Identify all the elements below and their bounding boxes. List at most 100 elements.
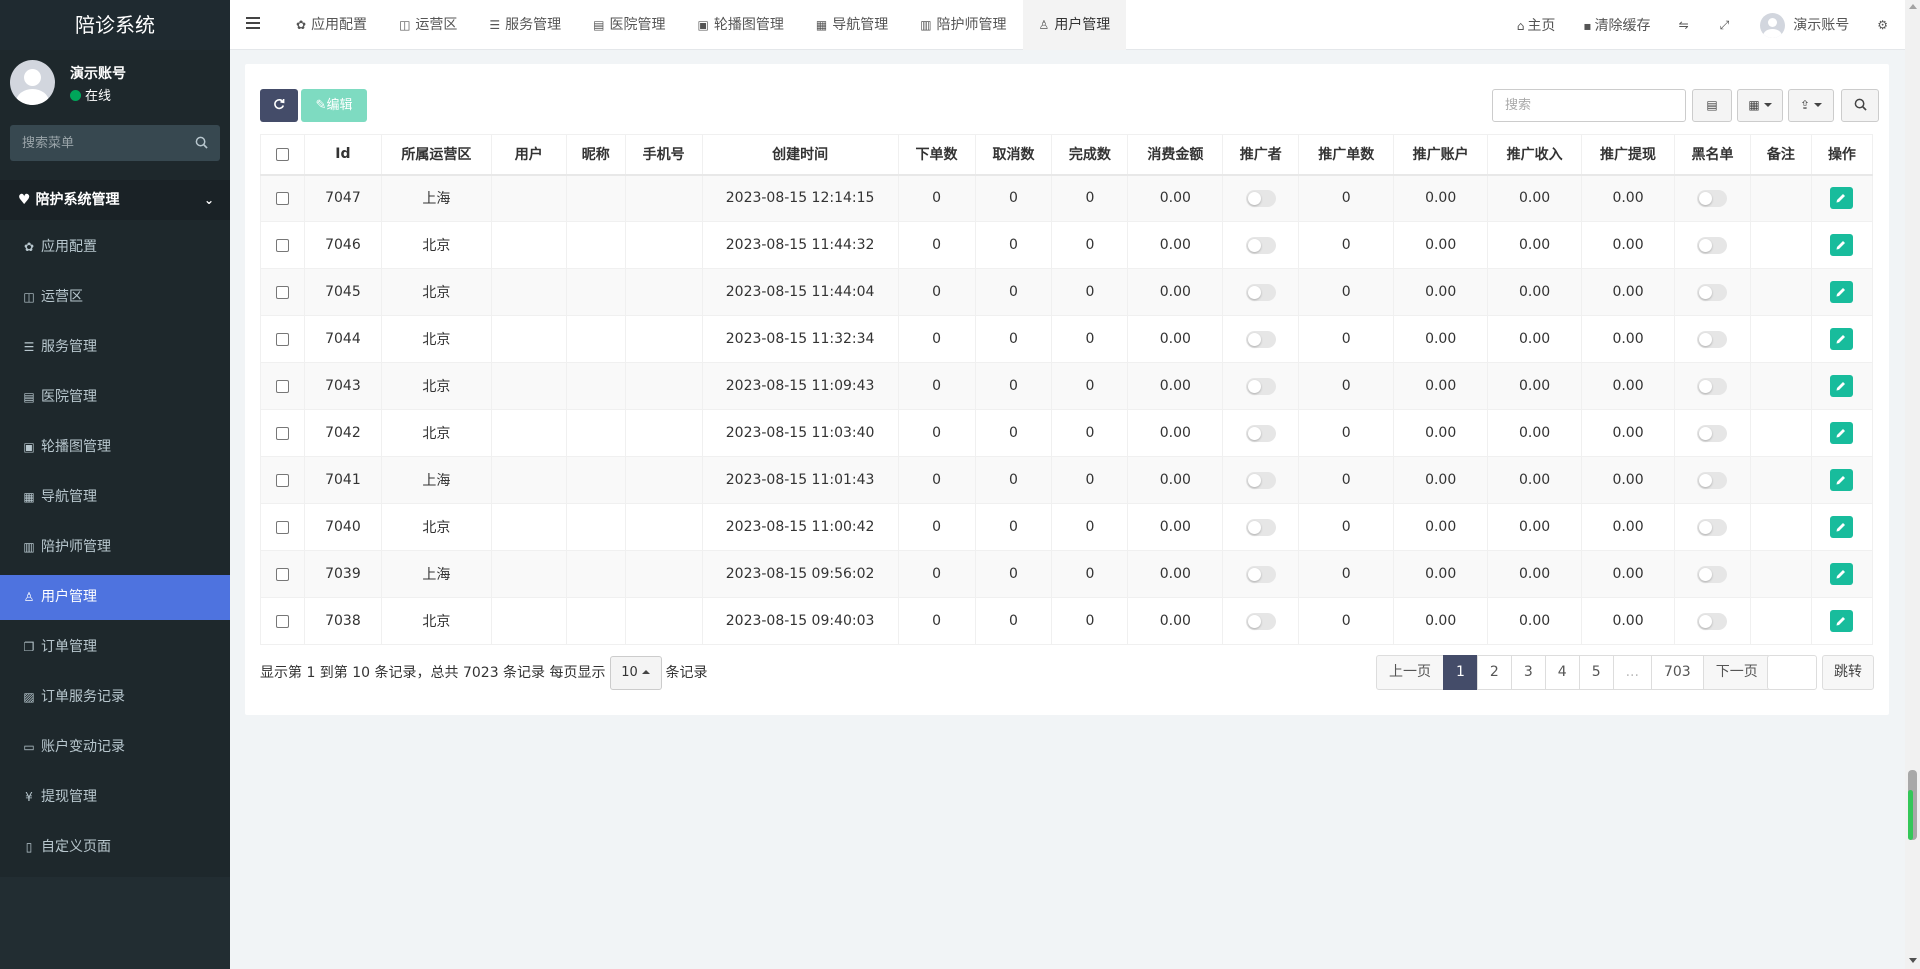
export-button[interactable]: ⇪ bbox=[1788, 89, 1834, 122]
clear-cache-button[interactable]: ▪ 清除缓存 bbox=[1569, 15, 1664, 35]
columns-button[interactable]: ▦ bbox=[1737, 89, 1783, 122]
blacklist-toggle[interactable] bbox=[1697, 471, 1728, 489]
tab-banners[interactable]: ▣ 轮播图管理 bbox=[682, 0, 800, 50]
sidebar-item-navigation[interactable]: ▦ 导航管理 bbox=[0, 475, 230, 520]
promoter-toggle[interactable] bbox=[1245, 612, 1276, 630]
fullscreen-button[interactable]: ⤢ bbox=[1706, 17, 1747, 33]
promoter-toggle[interactable] bbox=[1245, 565, 1276, 583]
settings-button[interactable]: ⚙ bbox=[1863, 17, 1905, 33]
page-button[interactable]: 2 bbox=[1476, 655, 1512, 690]
account-menu[interactable]: 演示账号 bbox=[1746, 12, 1863, 38]
blacklist-toggle[interactable] bbox=[1697, 565, 1728, 583]
next-page-button[interactable]: 下一页 bbox=[1702, 655, 1771, 690]
scroll-up-arrow-icon[interactable] bbox=[1909, 4, 1917, 9]
row-checkbox[interactable] bbox=[275, 473, 289, 487]
blacklist-toggle[interactable] bbox=[1697, 236, 1728, 254]
row-edit-button[interactable] bbox=[1830, 469, 1854, 491]
sidebar-item-users[interactable]: ♙ 用户管理 bbox=[0, 575, 230, 620]
column-header[interactable]: 用户 bbox=[490, 134, 567, 176]
row-checkbox[interactable] bbox=[275, 426, 289, 440]
promoter-toggle[interactable] bbox=[1245, 330, 1276, 348]
tab-hospitals[interactable]: ▤ 医院管理 bbox=[577, 0, 681, 50]
row-checkbox[interactable] bbox=[275, 567, 289, 581]
language-button[interactable]: ⇋ bbox=[1665, 17, 1706, 33]
sidebar-item-app-config[interactable]: ✿ 应用配置 bbox=[0, 225, 230, 270]
column-header[interactable]: 推广者 bbox=[1222, 134, 1300, 176]
column-header[interactable]: 下单数 bbox=[897, 134, 976, 176]
sidebar-item-withdrawals[interactable]: ¥ 提现管理 bbox=[0, 775, 230, 820]
tab-app-config[interactable]: ✿ 应用配置 bbox=[280, 0, 383, 50]
row-edit-button[interactable] bbox=[1830, 610, 1854, 632]
page-button[interactable]: 5 bbox=[1578, 655, 1614, 690]
select-all-checkbox[interactable] bbox=[275, 147, 289, 161]
column-header[interactable]: 推广提现 bbox=[1581, 134, 1675, 176]
advanced-search-button[interactable] bbox=[1841, 89, 1879, 122]
column-header[interactable]: 推广单数 bbox=[1298, 134, 1395, 176]
sidebar-item-order-service-records[interactable]: ▨ 订单服务记录 bbox=[0, 675, 230, 720]
page-button[interactable]: 703 bbox=[1650, 655, 1704, 690]
page-button[interactable]: 4 bbox=[1544, 655, 1580, 690]
blacklist-toggle[interactable] bbox=[1697, 377, 1728, 395]
tab-users[interactable]: ♙ 用户管理 bbox=[1022, 0, 1127, 50]
row-checkbox[interactable] bbox=[275, 238, 289, 252]
column-header[interactable]: 黑名单 bbox=[1674, 134, 1751, 176]
table-search-input[interactable] bbox=[1492, 89, 1686, 122]
sidebar-group-header[interactable]: ♥ 陪护系统管理 ⌄ bbox=[0, 180, 230, 220]
row-edit-button[interactable] bbox=[1830, 234, 1854, 256]
column-header[interactable]: 手机号 bbox=[624, 134, 703, 176]
home-link[interactable]: ⌂ 主页 bbox=[1503, 15, 1570, 35]
app-logo[interactable]: 陪诊系统 bbox=[0, 0, 230, 50]
row-checkbox[interactable] bbox=[275, 191, 289, 205]
promoter-toggle[interactable] bbox=[1245, 236, 1276, 254]
row-edit-button[interactable] bbox=[1830, 563, 1854, 585]
sidebar-search-input[interactable] bbox=[10, 125, 190, 161]
sidebar-item-banners[interactable]: ▣ 轮播图管理 bbox=[0, 425, 230, 470]
jump-button[interactable]: 跳转 bbox=[1822, 655, 1874, 690]
row-checkbox[interactable] bbox=[275, 614, 289, 628]
promoter-toggle[interactable] bbox=[1245, 424, 1276, 442]
promoter-toggle[interactable] bbox=[1245, 518, 1276, 536]
column-header[interactable]: 创建时间 bbox=[701, 134, 899, 176]
sidebar-item-hospitals[interactable]: ▤ 医院管理 bbox=[0, 375, 230, 420]
row-checkbox[interactable] bbox=[275, 332, 289, 346]
menu-toggle-icon[interactable] bbox=[246, 17, 260, 29]
edit-button[interactable]: ✎编辑 bbox=[301, 89, 367, 122]
row-edit-button[interactable] bbox=[1830, 328, 1854, 350]
row-checkbox[interactable] bbox=[275, 520, 289, 534]
column-header[interactable]: 昵称 bbox=[565, 134, 626, 176]
row-checkbox[interactable] bbox=[275, 285, 289, 299]
column-header[interactable]: 推广账户 bbox=[1393, 134, 1489, 176]
blacklist-toggle[interactable] bbox=[1697, 283, 1728, 301]
row-edit-button[interactable] bbox=[1830, 375, 1854, 397]
sidebar-item-orders[interactable]: ❐ 订单管理 bbox=[0, 625, 230, 670]
page-size-dropdown[interactable]: 10 bbox=[609, 656, 662, 690]
row-edit-button[interactable] bbox=[1830, 187, 1854, 210]
promoter-toggle[interactable] bbox=[1245, 377, 1276, 395]
blacklist-toggle[interactable] bbox=[1697, 189, 1728, 207]
page-button[interactable]: 3 bbox=[1510, 655, 1546, 690]
search-icon[interactable] bbox=[195, 136, 208, 149]
promoter-toggle[interactable] bbox=[1245, 283, 1276, 301]
blacklist-toggle[interactable] bbox=[1697, 612, 1728, 630]
column-header[interactable]: 取消数 bbox=[974, 134, 1053, 176]
tab-navigation[interactable]: ▦ 导航管理 bbox=[800, 0, 904, 50]
column-header[interactable]: Id bbox=[303, 134, 382, 176]
toggle-view-button[interactable]: ▤ bbox=[1692, 89, 1732, 122]
prev-page-button[interactable]: 上一页 bbox=[1376, 655, 1444, 690]
jump-page-input[interactable] bbox=[1767, 655, 1817, 690]
tab-caregivers[interactable]: ▥ 陪护师管理 bbox=[904, 0, 1022, 50]
blacklist-toggle[interactable] bbox=[1697, 330, 1728, 348]
scroll-down-arrow-icon[interactable] bbox=[1909, 958, 1917, 963]
page-button[interactable]: 1 bbox=[1443, 655, 1478, 690]
sidebar-item-operation-area[interactable]: ◫ 运营区 bbox=[0, 275, 230, 320]
row-edit-button[interactable] bbox=[1830, 281, 1854, 303]
row-checkbox[interactable] bbox=[275, 379, 289, 393]
promoter-toggle[interactable] bbox=[1245, 189, 1276, 207]
column-header[interactable]: 所属运营区 bbox=[380, 134, 492, 176]
tab-operation-area[interactable]: ◫ 运营区 bbox=[383, 0, 473, 50]
row-edit-button[interactable] bbox=[1830, 516, 1854, 538]
sidebar-item-account-changes[interactable]: ▭ 账户变动记录 bbox=[0, 725, 230, 770]
refresh-button[interactable] bbox=[260, 89, 298, 122]
column-header[interactable]: 备注 bbox=[1749, 134, 1812, 176]
row-edit-button[interactable] bbox=[1830, 422, 1854, 444]
